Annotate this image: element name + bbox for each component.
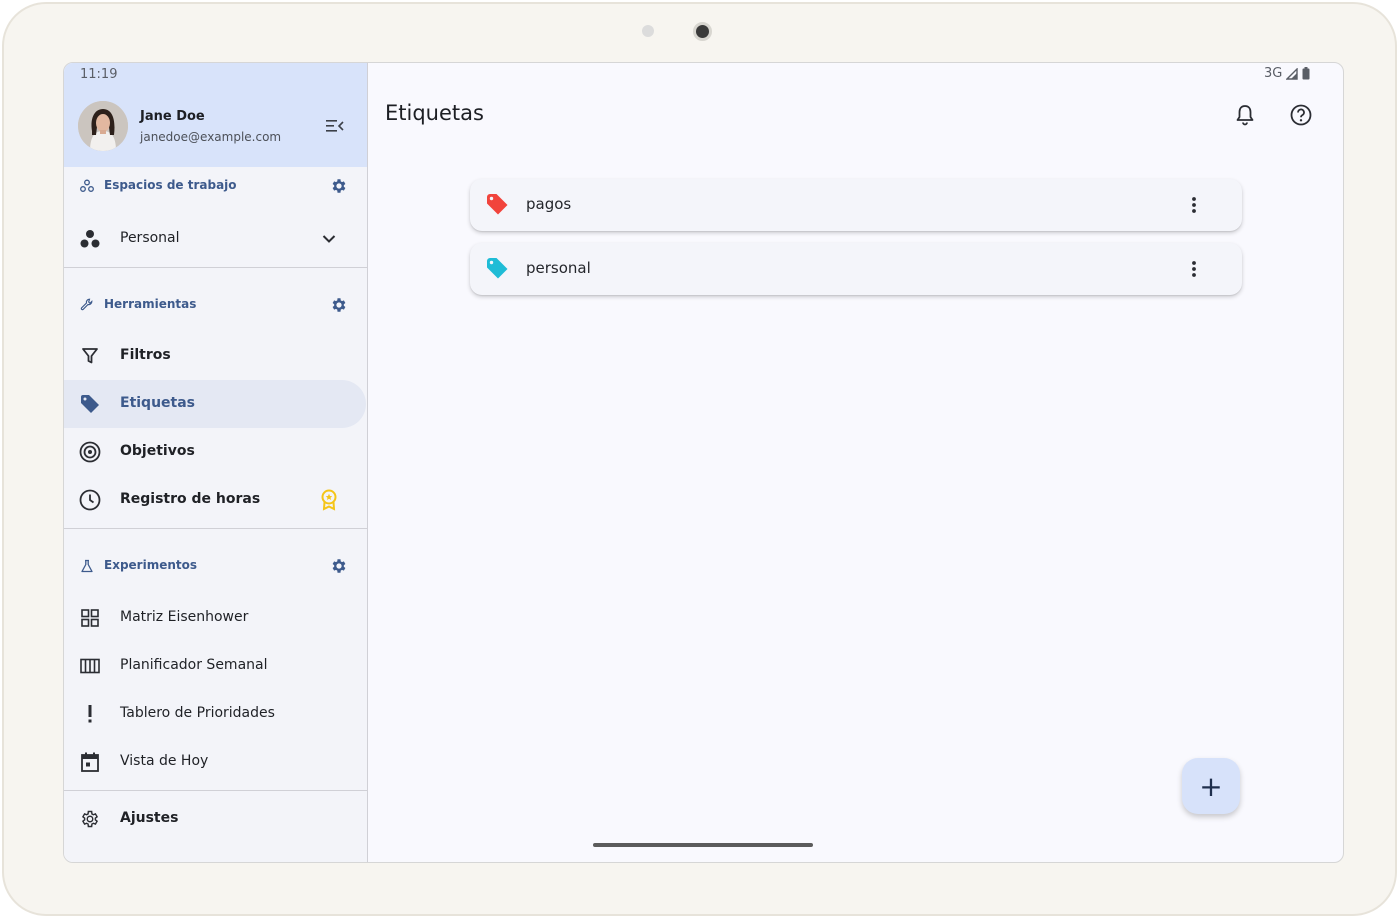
sidebar-item-label: Etiquetas — [120, 395, 196, 411]
signal-icon — [1286, 67, 1299, 80]
drawer-header: 11:19 Jane Doe janedoe@example.com — [64, 63, 367, 167]
label-options-button[interactable] — [1182, 257, 1206, 281]
drawer-divider — [64, 790, 367, 791]
tools-settings-icon[interactable] — [330, 296, 348, 314]
avatar[interactable] — [78, 101, 128, 151]
calendar-today-icon — [79, 751, 101, 773]
sidebar-item-eisenhower-matrix[interactable]: Matriz Eisenhower — [64, 594, 366, 642]
label-card-personal[interactable]: personal — [470, 243, 1242, 295]
sidebar-item-label: Registro de horas — [120, 491, 261, 507]
bell-icon — [1236, 105, 1254, 126]
label-tag-icon — [487, 258, 508, 279]
main-content: 3G Etiquetas pagos personal + — [368, 63, 1343, 862]
grid-icon — [79, 607, 101, 629]
workspace-selector[interactable]: Personal — [64, 215, 366, 263]
tools-section-header: Herramientas — [64, 290, 367, 320]
experiments-title: Experimentos — [104, 558, 198, 572]
page-title: Etiquetas — [385, 101, 484, 125]
label-card-pagos[interactable]: pagos — [470, 179, 1242, 231]
sidebar-item-priority-board[interactable]: Tablero de Prioridades — [64, 690, 366, 738]
sidebar-item-label: Planificador Semanal — [120, 657, 268, 673]
exclamation-icon — [79, 703, 101, 725]
workspaces-title: Espacios de trabajo — [104, 178, 237, 192]
premium-badge-icon — [318, 489, 340, 511]
workspaces-icon — [80, 179, 94, 192]
add-label-button[interactable]: + — [1182, 758, 1240, 814]
experiments-settings-icon[interactable] — [330, 557, 348, 575]
wrench-icon — [80, 298, 93, 311]
label-tag-icon — [79, 393, 101, 415]
help-button[interactable] — [1287, 101, 1315, 129]
sidebar-item-goals[interactable]: Objetivos — [64, 428, 366, 476]
gear-icon — [79, 808, 101, 830]
sidebar-item-label: Ajustes — [120, 810, 179, 826]
tools-title: Herramientas — [104, 297, 197, 311]
notifications-button[interactable] — [1231, 101, 1259, 129]
drawer-divider — [64, 528, 367, 529]
target-icon — [79, 441, 101, 463]
label-tag-icon — [487, 194, 508, 215]
more-vert-icon — [1192, 197, 1196, 213]
battery-icon — [1302, 67, 1310, 80]
home-indicator[interactable] — [593, 843, 813, 847]
label-name: pagos — [526, 195, 572, 213]
sidebar-item-label: Filtros — [120, 347, 171, 363]
collapse-drawer-button[interactable] — [322, 115, 348, 137]
label-options-button[interactable] — [1182, 193, 1206, 217]
menu-collapse-icon — [326, 120, 344, 132]
sidebar-item-label: Matriz Eisenhower — [120, 609, 249, 625]
help-circle-icon — [1290, 104, 1312, 126]
workspace-icon — [79, 228, 101, 250]
chevron-down-icon — [318, 228, 340, 250]
drawer-divider — [64, 267, 367, 268]
screen: 11:19 Jane Doe janedoe@example.com Espac… — [63, 62, 1344, 863]
sidebar-item-label: Objetivos — [120, 443, 195, 459]
sidebar-item-label: Tablero de Prioridades — [120, 705, 275, 721]
flask-icon — [81, 559, 93, 573]
columns-icon — [79, 655, 101, 677]
workspaces-settings-icon[interactable] — [330, 177, 348, 195]
sidebar-item-label: Vista de Hoy — [120, 753, 209, 769]
sensor-dot — [642, 25, 654, 37]
filter-icon — [79, 345, 101, 367]
status-time: 11:19 — [80, 67, 118, 82]
sidebar-item-settings[interactable]: Ajustes — [64, 795, 366, 843]
network-type: 3G — [1264, 66, 1283, 81]
sidebar-item-time-tracking[interactable]: Registro de horas — [64, 476, 366, 524]
sidebar-item-weekly-planner[interactable]: Planificador Semanal — [64, 642, 366, 690]
sidebar-item-today-view[interactable]: Vista de Hoy — [64, 738, 366, 786]
navigation-drawer: 11:19 Jane Doe janedoe@example.com Espac… — [64, 63, 368, 862]
label-name: personal — [526, 259, 591, 277]
user-email: janedoe@example.com — [140, 130, 282, 144]
experiments-section-header: Experimentos — [64, 551, 367, 581]
more-vert-icon — [1192, 261, 1196, 277]
tablet-frame: 11:19 Jane Doe janedoe@example.com Espac… — [2, 2, 1397, 916]
user-name: Jane Doe — [140, 109, 205, 124]
plus-icon: + — [1199, 769, 1223, 803]
workspaces-section-header: Espacios de trabajo — [64, 171, 367, 201]
sidebar-item-labels[interactable]: Etiquetas — [64, 380, 366, 428]
workspace-current: Personal — [120, 230, 180, 246]
clock-icon — [79, 489, 101, 511]
front-camera — [693, 22, 712, 41]
status-bar-icons: 3G — [1264, 66, 1310, 81]
sidebar-item-filters[interactable]: Filtros — [64, 332, 366, 380]
